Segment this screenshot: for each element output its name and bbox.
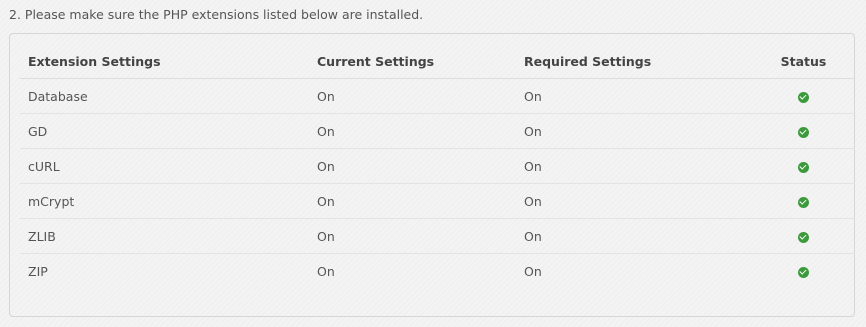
extension-name: mCrypt [20, 183, 309, 219]
current-setting: On [317, 263, 335, 279]
extension-name: ZIP [28, 263, 48, 279]
required-setting: On [516, 113, 752, 149]
table-header-row: Extension Settings Current Settings Requ… [20, 44, 855, 79]
current-setting: On [309, 78, 516, 114]
header-required-settings: Required Settings [516, 44, 752, 79]
status-cell [752, 218, 855, 254]
extension-name: GD [20, 113, 309, 149]
table-row: Database On On [20, 78, 855, 114]
current-setting: On [309, 113, 516, 149]
table-row: cURL On On [20, 148, 855, 184]
check-circle-icon [798, 91, 809, 103]
required-setting: On [516, 218, 752, 254]
header-current-settings: Current Settings [309, 44, 516, 79]
check-circle-icon [798, 126, 809, 138]
required-setting: On [516, 148, 752, 184]
extensions-panel: Extension Settings Current Settings Requ… [9, 33, 855, 317]
required-setting: On [524, 263, 542, 279]
check-circle-icon [798, 161, 809, 173]
table-row: ZLIB On On [20, 218, 855, 254]
status-cell [752, 183, 855, 219]
table-row: mCrypt On On [20, 183, 855, 219]
extensions-table: Extension Settings Current Settings Requ… [20, 44, 855, 288]
status-cell [752, 254, 855, 289]
status-cell [752, 113, 855, 149]
required-setting: On [516, 78, 752, 114]
required-setting: On [516, 183, 752, 219]
table-row: GD On On [20, 113, 855, 149]
instructions-text: 2. Please make sure the PHP extensions l… [9, 7, 424, 22]
current-setting: On [309, 183, 516, 219]
header-status: Status [752, 44, 855, 79]
current-setting: On [309, 148, 516, 184]
check-circle-icon [798, 266, 809, 278]
header-extension-settings: Extension Settings [20, 44, 309, 79]
check-circle-icon [798, 231, 809, 243]
current-setting: On [309, 218, 516, 254]
extension-name: cURL [20, 148, 309, 184]
status-cell [752, 148, 855, 184]
extension-name: Database [20, 78, 309, 114]
table-row: ZIP On On [20, 254, 855, 289]
extension-name: ZLIB [20, 218, 309, 254]
check-circle-icon [798, 196, 809, 208]
status-cell [752, 78, 855, 114]
